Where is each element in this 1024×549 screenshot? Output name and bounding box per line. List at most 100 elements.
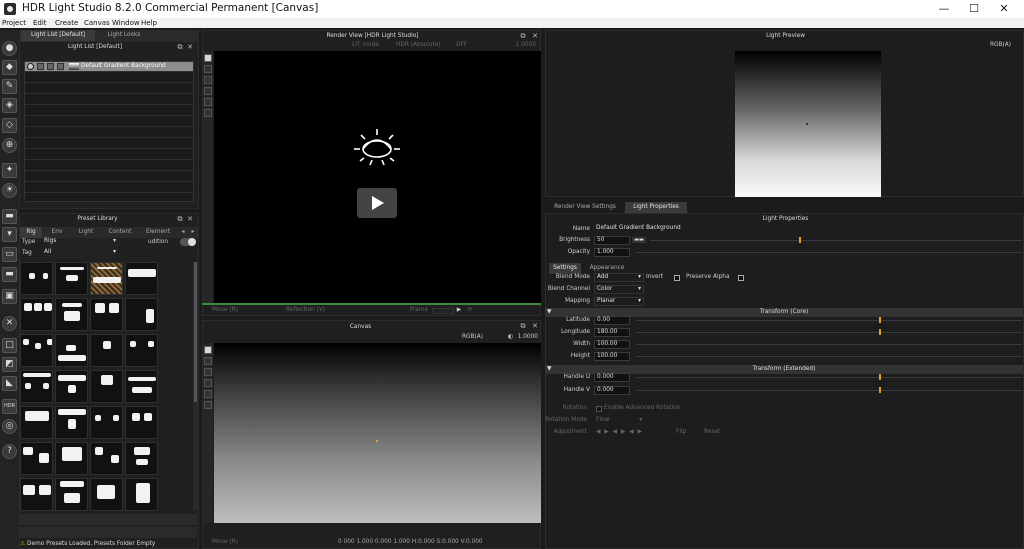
tab-light[interactable]: Light: [74, 227, 98, 238]
preset-thumbnail[interactable]: [90, 370, 123, 403]
preset-thumbnail[interactable]: [55, 406, 88, 439]
preset-thumbnail[interactable]: [20, 334, 53, 367]
paint-tool-icon[interactable]: [204, 54, 212, 62]
handle-v-field[interactable]: 0.000: [594, 386, 630, 395]
tab-content[interactable]: Content: [104, 227, 136, 238]
close-icon[interactable]: ✕: [531, 31, 539, 41]
audition-toggle[interactable]: [180, 238, 196, 246]
enable-advanced-rotation-checkbox[interactable]: [596, 406, 602, 412]
tab-env[interactable]: Env: [46, 227, 68, 238]
preset-filter-bar[interactable]: [20, 527, 197, 538]
preset-thumbnail[interactable]: [55, 370, 88, 403]
render-move-select[interactable]: Move (R): [212, 306, 272, 315]
render-off-select[interactable]: OFF: [456, 41, 496, 50]
paint-tool-icon[interactable]: [204, 346, 212, 354]
width-slider[interactable]: [636, 344, 1022, 345]
undock-icon[interactable]: ⧉: [176, 214, 184, 224]
frame-field[interactable]: [432, 308, 454, 314]
close-icon[interactable]: ✕: [186, 214, 194, 224]
menu-canvas[interactable]: Canvas: [84, 18, 110, 28]
close-icon[interactable]: ✕: [186, 42, 194, 52]
wand-icon[interactable]: ✦: [2, 163, 17, 178]
maximize-button[interactable]: ☐: [960, 0, 988, 18]
render-hdr-select[interactable]: HDR (Absolute): [396, 41, 452, 50]
invert-checkbox[interactable]: [674, 275, 680, 281]
handle-u-field[interactable]: 0.000: [594, 373, 630, 382]
panel-icon[interactable]: ▬: [2, 209, 17, 224]
latitude-field[interactable]: 0.00: [594, 316, 630, 325]
preset-thumbnail[interactable]: [55, 298, 88, 331]
zoom-tool-icon[interactable]: [204, 379, 212, 387]
handle-u-slider-handle[interactable]: [879, 374, 882, 380]
fit-tool-icon[interactable]: [204, 401, 212, 409]
brightness-stepper[interactable]: ▬▬: [632, 237, 646, 243]
render-exposure-value[interactable]: 1.0000: [508, 41, 536, 50]
height-field[interactable]: 100.00: [594, 352, 630, 361]
type-select[interactable]: Rigs ▾: [42, 238, 118, 247]
brightness-field[interactable]: 50: [594, 236, 630, 245]
preset-thumbnail[interactable]: [55, 442, 88, 475]
menu-icon[interactable]: ▾: [2, 227, 17, 242]
menu-edit[interactable]: Edit: [33, 18, 47, 28]
ring-light-icon[interactable]: ⊕: [2, 138, 17, 153]
preset-thumbnail[interactable]: [55, 334, 88, 367]
handle-v-slider[interactable]: [636, 387, 1022, 393]
menu-help[interactable]: Help: [141, 18, 157, 28]
render-play-icon[interactable]: ▶: [455, 306, 463, 315]
preset-thumbnail[interactable]: [125, 442, 158, 475]
close-window-button[interactable]: ✕: [990, 0, 1018, 18]
width-field[interactable]: 100.00: [594, 340, 630, 349]
select-tool-icon[interactable]: [204, 65, 212, 73]
tab-light-properties[interactable]: Light Properties: [625, 202, 687, 213]
zoom-tool-icon[interactable]: [204, 98, 212, 106]
monitor-icon[interactable]: ▣: [2, 289, 17, 304]
sphere-light-icon[interactable]: ●: [2, 41, 17, 56]
render-mode-select[interactable]: LIT mode: [352, 41, 392, 50]
lock-icon[interactable]: [47, 63, 54, 70]
preset-thumbnail[interactable]: [125, 370, 158, 403]
preset-thumbnail[interactable]: [125, 406, 158, 439]
solo-icon[interactable]: [37, 63, 44, 70]
preset-thumbnail[interactable]: [90, 262, 123, 295]
rotate-tool-icon[interactable]: [204, 87, 212, 95]
latitude-slider-handle[interactable]: [879, 317, 882, 323]
menu-project[interactable]: Project: [2, 18, 26, 28]
canvas-channel-select[interactable]: RGB(A): [462, 333, 490, 342]
preserve-alpha-checkbox[interactable]: [738, 275, 744, 281]
preset-thumbnail[interactable]: [90, 298, 123, 331]
preset-thumbnail[interactable]: [90, 478, 123, 511]
preset-thumbnail[interactable]: [90, 334, 123, 367]
tab-light-looks[interactable]: Light Looks: [99, 30, 149, 41]
pan-tool-icon[interactable]: [204, 390, 212, 398]
tab-light-list[interactable]: Light List [Default]: [21, 30, 95, 41]
tab-scroll-left-icon[interactable]: ◂: [178, 227, 188, 238]
flip-button[interactable]: Flip: [676, 428, 696, 437]
preset-thumbnail[interactable]: [55, 478, 88, 511]
brightness-slider-handle[interactable]: [798, 237, 801, 243]
canvas-viewport[interactable]: [214, 343, 541, 523]
height-slider[interactable]: [636, 356, 1022, 357]
blend-channel-select[interactable]: Color ▾: [594, 285, 644, 294]
name-field[interactable]: Default Gradient Background: [594, 225, 1022, 234]
visibility-icon[interactable]: [57, 63, 64, 70]
reset-button[interactable]: Reset: [704, 428, 728, 437]
longitude-slider[interactable]: [636, 329, 1022, 335]
spot-light-icon[interactable]: ✎: [2, 79, 17, 94]
play-button[interactable]: [357, 188, 397, 218]
mapping-select[interactable]: Planar ▾: [594, 297, 644, 306]
tab-element[interactable]: Element: [142, 227, 174, 238]
undock-icon[interactable]: ⧉: [519, 321, 527, 331]
preset-thumbnail[interactable]: [20, 442, 53, 475]
menu-window[interactable]: Window: [112, 18, 140, 28]
longitude-field[interactable]: 180.00: [594, 328, 630, 337]
hdr-cube-icon[interactable]: ◎: [2, 419, 17, 434]
arrow-icon[interactable]: ◣: [2, 376, 17, 391]
panel-icon-3[interactable]: ▬: [2, 267, 17, 282]
longitude-slider-handle[interactable]: [879, 329, 882, 335]
render-refresh-icon[interactable]: ⟳: [466, 306, 474, 315]
pan-tool-icon[interactable]: [204, 109, 212, 117]
preset-thumbnail[interactable]: [125, 298, 158, 331]
panel-icon-2[interactable]: ▭: [2, 247, 17, 262]
rotation-mode-select[interactable]: Flow ▾: [596, 416, 644, 425]
move-tool-icon[interactable]: [204, 368, 212, 376]
